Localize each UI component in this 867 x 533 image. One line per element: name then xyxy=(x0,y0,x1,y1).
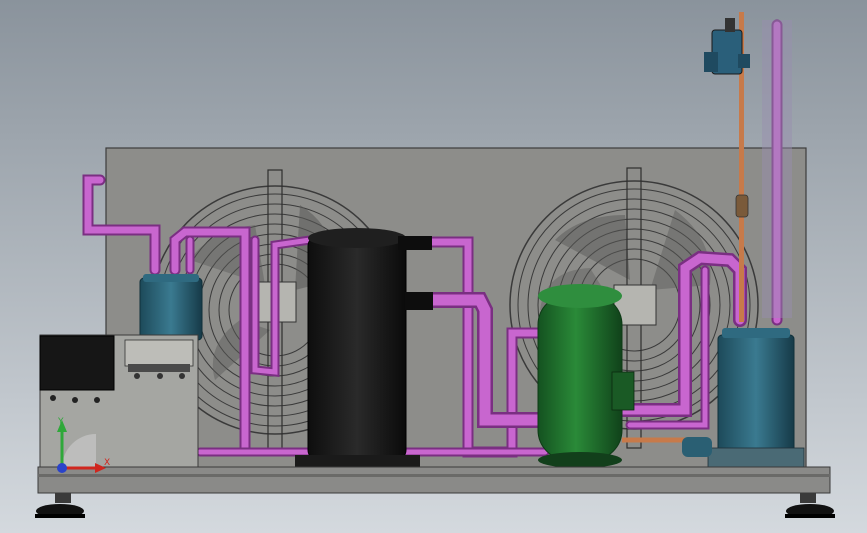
discharge-column xyxy=(762,20,792,318)
axis-x-label: X xyxy=(104,458,110,468)
suction-accumulator xyxy=(139,274,203,341)
electrical-control-box xyxy=(39,334,199,469)
axis-y-label: Y xyxy=(57,417,64,427)
refrigeration-unit-scene: Y X xyxy=(0,0,867,533)
